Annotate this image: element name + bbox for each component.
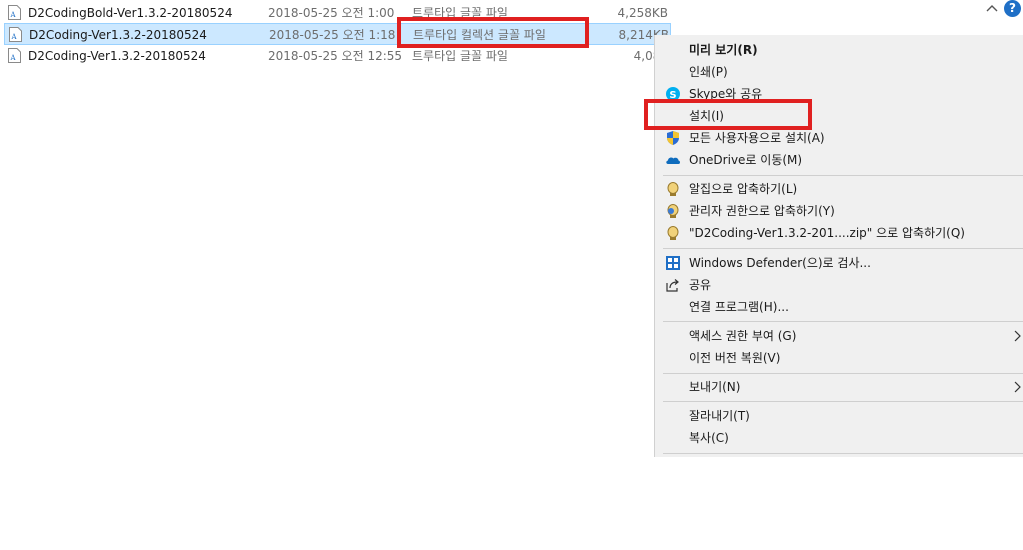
onedrive-icon (666, 157, 680, 164)
menu-item-cut[interactable]: 잘라내기(T) (655, 405, 1023, 427)
menu-separator (663, 453, 1023, 454)
menu-item-send-to[interactable]: 보내기(N) (655, 376, 1023, 398)
file-type: 트루타입 글꼴 파일 (412, 49, 508, 63)
menu-item-install-all-users[interactable]: 모든 사용자용으로 설치(A) (655, 127, 1023, 149)
defender-icon (666, 256, 680, 270)
menu-item-label: 미리 보기(R) (689, 43, 758, 57)
menu-item-onedrive[interactable]: OneDrive로 이동(M) (655, 149, 1023, 171)
shield-icon (667, 131, 679, 145)
menu-item-label: 공유 (689, 278, 712, 292)
menu-item-label: 모든 사용자용으로 설치(A) (689, 131, 825, 145)
menu-item-alzip-named[interactable]: "D2Coding-Ver1.3.2-201....zip" 으로 압축하기(Q… (655, 222, 1023, 244)
menu-item-label: 액세스 권한 부여 (G) (689, 329, 797, 343)
menu-separator (663, 321, 1023, 322)
chevron-up-icon[interactable] (985, 2, 999, 16)
menu-item-label: 관리자 권한으로 압축하기(Y) (689, 204, 835, 218)
file-date: 2018-05-25 오전 1:18 (269, 28, 396, 42)
chevron-right-icon (1014, 330, 1021, 342)
alzip-admin-icon (667, 204, 679, 218)
menu-item-copy[interactable]: 복사(C) (655, 427, 1023, 449)
highlight-box-file-type (397, 17, 589, 48)
svg-text:A: A (11, 33, 18, 41)
font-file-icon: A (9, 27, 22, 42)
alzip-icon (667, 182, 679, 196)
font-file-icon: A (8, 48, 21, 63)
menu-item-label: 잘라내기(T) (689, 409, 750, 423)
menu-separator (663, 401, 1023, 402)
font-file-icon: A (8, 5, 21, 20)
file-name: D2CodingBold-Ver1.3.2-20180524 (28, 6, 233, 20)
file-size: 4,088 (633, 49, 668, 63)
file-date: 2018-05-25 오전 12:55 (268, 49, 403, 63)
menu-separator (663, 175, 1023, 176)
file-row-d2coding-ttf[interactable]: A D2Coding-Ver1.3.2-20180524 2018-05-25 … (4, 45, 671, 67)
menu-item-restore-previous[interactable]: 이전 버전 복원(V) (655, 347, 1023, 369)
menu-item-label: Windows Defender(으)로 검사... (689, 256, 871, 270)
menu-item-label: 복사(C) (689, 431, 729, 445)
menu-item-print[interactable]: 인쇄(P) (655, 61, 1023, 83)
menu-item-defender-scan[interactable]: Windows Defender(으)로 검사... (655, 252, 1023, 274)
menu-item-label: OneDrive로 이동(M) (689, 153, 803, 167)
menu-item-label: "D2Coding-Ver1.3.2-201....zip" 으로 압축하기(Q… (689, 226, 965, 240)
file-name: D2Coding-Ver1.3.2-20180524 (29, 28, 207, 42)
svg-text:A: A (10, 11, 17, 19)
menu-item-label: 보내기(N) (689, 380, 741, 394)
file-date: 2018-05-25 오전 1:00 (268, 6, 395, 20)
menu-item-alzip[interactable]: 알집으로 압축하기(L) (655, 178, 1023, 200)
menu-separator (663, 373, 1023, 374)
help-icon[interactable]: ? (1004, 0, 1021, 17)
menu-item-open-with[interactable]: 연결 프로그램(H)... (655, 296, 1023, 318)
menu-item-label: 인쇄(P) (689, 65, 728, 79)
menu-item-label: 알집으로 압축하기(L) (689, 182, 798, 196)
menu-separator (663, 248, 1023, 249)
share-icon (666, 279, 679, 292)
chevron-right-icon (1014, 381, 1021, 393)
menu-item-share[interactable]: 공유 (655, 274, 1023, 296)
menu-item-label: 연결 프로그램(H)... (689, 300, 789, 314)
menu-item-preview[interactable]: 미리 보기(R) (655, 39, 1023, 61)
svg-text:A: A (10, 54, 17, 62)
menu-item-alzip-admin[interactable]: 관리자 권한으로 압축하기(Y) (655, 200, 1023, 222)
menu-item-give-access[interactable]: 액세스 권한 부여 (G) (655, 325, 1023, 347)
menu-item-label: 이전 버전 복원(V) (689, 351, 781, 365)
highlight-box-install (644, 99, 812, 130)
file-name: D2Coding-Ver1.3.2-20180524 (28, 49, 206, 63)
alzip-icon (667, 226, 679, 240)
